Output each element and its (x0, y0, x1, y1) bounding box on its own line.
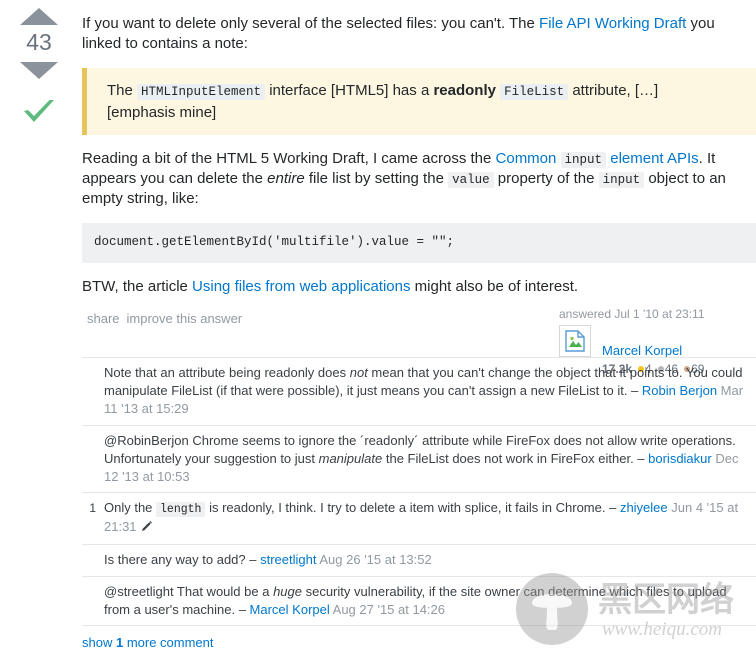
improve-answer-link[interactable]: improve this answer (127, 311, 243, 326)
paragraph-1: If you want to delete only several of th… (82, 14, 756, 54)
comment-score (82, 364, 101, 419)
answered-timestamp: answered Jul 1 '10 at 23:11 (559, 306, 705, 321)
paragraph-2-em-entire: entire (267, 170, 305, 188)
paragraph-3-text-b: might also be of interest. (410, 277, 579, 295)
blockquote-line-2: [emphasis mine] (107, 103, 217, 121)
comment-text-a: Is there any way to add? – (104, 552, 261, 568)
p2-space-1 (556, 150, 560, 167)
comment-body: Is there any way to add? – streetlight A… (101, 551, 756, 569)
upvote-arrow-icon[interactable] (20, 8, 58, 25)
paragraph-3-text-a: BTW, the article (82, 277, 193, 295)
comment-timestamp: Aug 26 '15 at 13:52 (316, 552, 432, 568)
blockquote-line-1: The HTMLInputElement interface [HTML5] h… (107, 80, 744, 102)
comment-emphasis: huge (273, 583, 302, 599)
post-menu: share improve this answer (87, 311, 249, 328)
show-more-prefix: show (82, 634, 116, 649)
accepted-answer-checkmark-icon[interactable] (21, 97, 57, 127)
comment-row: @RobinBerjon Chrome seems to ignore the … (82, 424, 756, 493)
bq-text-b: interface [HTML5] has a (265, 81, 434, 99)
comment-score (82, 432, 101, 487)
comment-author-link[interactable]: zhiyelee (620, 500, 668, 515)
code-block-sample: document.getElementById('multifile').val… (82, 223, 756, 263)
bq-bold-readonly: readonly (433, 81, 496, 99)
answer-post: 43 If you want to delete only several of… (0, 0, 756, 649)
code-value: value (448, 172, 494, 189)
file-api-working-draft-link[interactable]: File API Working Draft (539, 15, 686, 32)
paragraph-1-text-a: If you want to delete only several of th… (82, 15, 540, 32)
comment-text-b: the FileList does not work in FireFox ei… (382, 450, 649, 466)
comment-body: @streetlight That would be a huge securi… (101, 583, 756, 619)
comment-author-link[interactable]: streetlight (260, 552, 316, 567)
paragraph-3: BTW, the article Using files from web ap… (82, 277, 756, 297)
comment-row: 1 Only the length is readonly, I think. … (82, 492, 756, 544)
share-link[interactable]: share (87, 311, 120, 326)
comment-author-link[interactable]: borisdiakur (648, 451, 712, 466)
comment-row: Note that an attribute being readonly do… (82, 357, 756, 425)
show-more-comments[interactable]: show 1 more comment (82, 624, 756, 649)
spec-blockquote: The HTMLInputElement interface [HTML5] h… (82, 67, 756, 136)
bq-code-htmlinputelement: HTMLInputElement (137, 83, 266, 100)
comment-body: Only the length is readonly, I think. I … (101, 499, 756, 538)
code-input-2: input (598, 172, 645, 189)
bq-text-a: The (107, 81, 138, 99)
comment-author-link[interactable]: Marcel Korpel (250, 602, 330, 617)
paragraph-2-text-a: Reading a bit of the HTML 5 Working Draf… (82, 150, 496, 168)
common-link[interactable]: Common (496, 150, 557, 167)
comment-body: Note that an attribute being readonly do… (101, 364, 756, 419)
paragraph-2-text-d: property of the (493, 170, 599, 188)
post-cell: If you want to delete only several of th… (82, 0, 756, 376)
comment-text-a: Only the (104, 500, 157, 516)
comment-score (82, 551, 101, 569)
paragraph-2-text-c: file list by setting the (304, 170, 449, 188)
bq-text-c: attribute, […] (568, 81, 659, 99)
using-files-from-web-applications-link[interactable]: Using files from web applications (192, 278, 410, 295)
show-more-suffix: more comment (123, 634, 214, 649)
comments-list: Note that an attribute being readonly do… (82, 357, 756, 649)
answer-body: If you want to delete only several of th… (82, 14, 756, 297)
comment-emphasis: not (349, 365, 368, 380)
vote-count: 43 (26, 29, 52, 55)
pencil-edit-icon[interactable] (140, 520, 153, 538)
comment-row: Is there any way to add? – streetlight A… (82, 544, 756, 575)
downvote-arrow-icon[interactable] (20, 62, 58, 79)
comment-row: @streetlight That would be a huge securi… (82, 575, 756, 625)
bq-code-filelist: FileList (500, 83, 569, 100)
comment-text-a: Note that an attribute being readonly do… (104, 365, 350, 380)
paragraph-2: Reading a bit of the HTML 5 Working Draf… (82, 149, 756, 209)
code-input-1: input (560, 152, 607, 169)
show-more-comments-link[interactable]: show 1 more comment (82, 635, 214, 649)
comment-code-length: length (156, 502, 206, 518)
element-apis-link[interactable]: element APIs (610, 150, 698, 167)
comment-score: 1 (89, 501, 96, 516)
comment-text-a: @streetlight That would be a (104, 583, 274, 599)
comment-score (82, 583, 101, 619)
comment-text-b: is readonly, I think. I try to delete a … (205, 500, 620, 516)
comment-body: @RobinBerjon Chrome seems to ignore the … (101, 432, 756, 487)
comment-author-link[interactable]: Robin Berjon (642, 383, 717, 398)
vote-cell: 43 (0, 0, 78, 127)
comment-emphasis: manipulate (318, 450, 383, 466)
comment-timestamp: Aug 27 '15 at 14:26 (329, 601, 445, 617)
broken-image-icon[interactable] (559, 324, 591, 357)
